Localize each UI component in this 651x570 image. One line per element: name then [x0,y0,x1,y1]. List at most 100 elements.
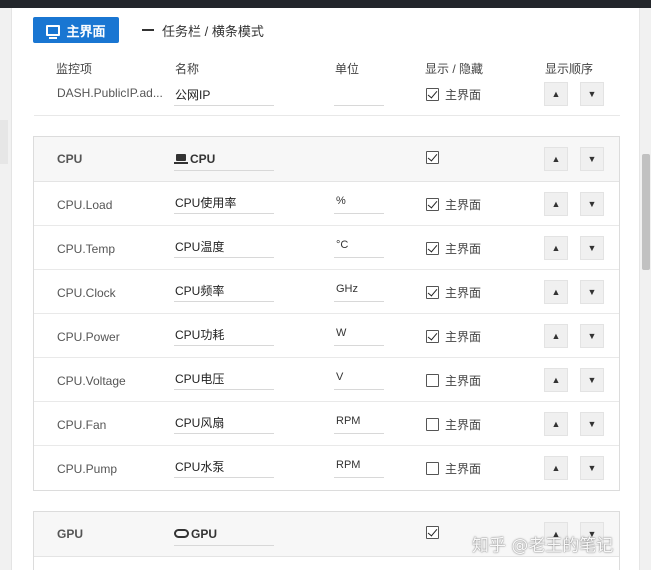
move-up-button[interactable]: ▲ [544,147,568,171]
row-show-toggle[interactable]: 主界面 [426,416,481,432]
row-key: CPU.Temp [57,242,116,256]
row-name-input[interactable]: CPU频率 [174,278,274,302]
show-label: 主界面 [445,197,482,212]
row-show-toggle[interactable]: 主界面 [426,240,481,256]
row-unit-input[interactable]: RPM [334,410,384,434]
watermark-text: 知乎 @老王的笔记 [472,536,614,556]
move-down-button[interactable]: ▼ [580,147,604,171]
table-row-cpu-load: CPU.Load CPU使用率 % 主界面 ▲ ▼ [34,182,619,226]
settings-panel: 主界面 任务栏 / 横条模式 监控项 名称 单位 显示 / 隐藏 显示顺序 DA… [12,8,639,570]
vertical-scrollbar[interactable] [639,8,651,570]
row-unit-input[interactable]: GHz [334,278,384,302]
group-card-cpu: CPU CPU ▲ ▼ CPU.Load CPU使用率 % 主界面 ▲ ▼ CP… [33,136,620,491]
row-key: CPU.Fan [57,418,107,432]
move-down-button[interactable]: ▼ [580,82,604,106]
row-unit-input[interactable]: RPM [334,454,384,478]
row-key: CPU.Voltage [57,374,126,388]
dash-icon [142,29,154,31]
row-unit-input[interactable] [334,82,384,106]
tab-taskbar-label: 任务栏 / 横条模式 [162,23,264,39]
move-down-button[interactable]: ▼ [580,236,604,260]
monitor-icon [46,24,61,39]
move-down-button[interactable]: ▼ [580,412,604,436]
group-name-input[interactable]: GPU [174,522,274,546]
move-down-button[interactable]: ▼ [580,456,604,480]
move-down-button[interactable]: ▼ [580,192,604,216]
left-panel-edge [0,8,12,570]
row-key: CPU.Clock [57,286,116,300]
move-up-button[interactable]: ▲ [544,192,568,216]
row-name-input[interactable]: CPU风扇 [174,410,274,434]
table-row-cpu-power: CPU.Power CPU功耗 W 主界面 ▲ ▼ [34,314,619,358]
move-up-button[interactable]: ▲ [544,324,568,348]
gamepad-icon [174,529,189,538]
row-key: DASH.PublicIP.ad... [57,86,163,100]
table-row-cpu-temp: CPU.Temp CPU温度 °C 主界面 ▲ ▼ [34,226,619,270]
row-unit-input[interactable]: V [334,366,384,390]
row-name-input[interactable]: CPU水泵 [174,454,274,478]
row-show-toggle[interactable]: 主界面 [426,372,481,388]
group-show-checkbox[interactable] [426,526,439,539]
move-up-button[interactable]: ▲ [544,82,568,106]
row-unit-input[interactable]: °C [334,234,384,258]
show-label: 主界面 [445,417,482,432]
row-show-toggle[interactable]: 主界面 [426,196,481,212]
top-bar [0,0,651,8]
column-header-key: 监控项 [56,62,93,76]
show-checkbox[interactable] [426,285,439,299]
row-name-input[interactable]: CPU功耗 [174,322,274,346]
left-panel-marker [0,120,8,164]
tab-main-label: 主界面 [66,23,106,39]
row-unit-input[interactable]: % [334,190,384,214]
row-show-toggle[interactable]: 主界面 [426,328,481,344]
move-up-button[interactable]: ▲ [544,456,568,480]
mode-tabs: 主界面 任务栏 / 横条模式 [12,8,639,48]
move-up-button[interactable]: ▲ [544,368,568,392]
show-label: 主界面 [445,329,482,344]
show-label: 主界面 [445,461,482,476]
laptop-icon [174,153,188,164]
show-label: 主界面 [445,373,482,388]
row-show-toggle[interactable]: 主界面 [426,86,481,102]
group-name-input[interactable]: CPU [174,147,274,171]
row-show-toggle[interactable]: 主界面 [426,284,481,300]
row-name-input[interactable]: 公网IP [174,82,274,106]
table-row-public-ip: DASH.PublicIP.ad... 公网IP 主界面 ▲ ▼ [34,82,620,116]
move-down-button[interactable]: ▼ [580,324,604,348]
scrollbar-thumb[interactable] [642,154,650,270]
move-down-button[interactable]: ▼ [580,368,604,392]
group-header-cpu: CPU CPU ▲ ▼ [34,137,619,182]
show-checkbox[interactable] [426,197,439,211]
table-row-cpu-voltage: CPU.Voltage CPU电压 V 主界面 ▲ ▼ [34,358,619,402]
row-name-input[interactable]: CPU使用率 [174,190,274,214]
table-row-cpu-fan: CPU.Fan CPU风扇 RPM 主界面 ▲ ▼ [34,402,619,446]
tab-main-interface[interactable]: 主界面 [33,17,119,43]
show-checkbox[interactable] [426,241,439,255]
column-header-order: 显示顺序 [545,62,594,76]
group-name: GPU [191,526,218,541]
column-header-name: 名称 [175,62,200,76]
move-down-button[interactable]: ▼ [580,280,604,304]
row-name-input[interactable]: CPU电压 [174,366,274,390]
show-label: 主界面 [445,285,482,300]
show-checkbox[interactable] [426,373,439,387]
move-up-button[interactable]: ▲ [544,236,568,260]
column-header-show: 显示 / 隐藏 [425,62,484,76]
move-up-button[interactable]: ▲ [544,280,568,304]
group-key: CPU [57,152,83,166]
tab-taskbar-mode[interactable]: 任务栏 / 横条模式 [142,17,264,43]
row-show-toggle[interactable]: 主界面 [426,460,481,476]
row-key: CPU.Power [57,330,120,344]
group-key: GPU [57,527,84,541]
row-unit-input[interactable]: W [334,322,384,346]
show-checkbox[interactable] [426,87,439,101]
show-checkbox[interactable] [426,329,439,343]
group-name: CPU [190,151,216,166]
show-label: 主界面 [445,241,482,256]
row-key: CPU.Load [57,198,113,212]
move-up-button[interactable]: ▲ [544,412,568,436]
row-name-input[interactable]: CPU温度 [174,234,274,258]
show-checkbox[interactable] [426,417,439,431]
show-checkbox[interactable] [426,461,439,475]
group-show-checkbox[interactable] [426,151,439,164]
